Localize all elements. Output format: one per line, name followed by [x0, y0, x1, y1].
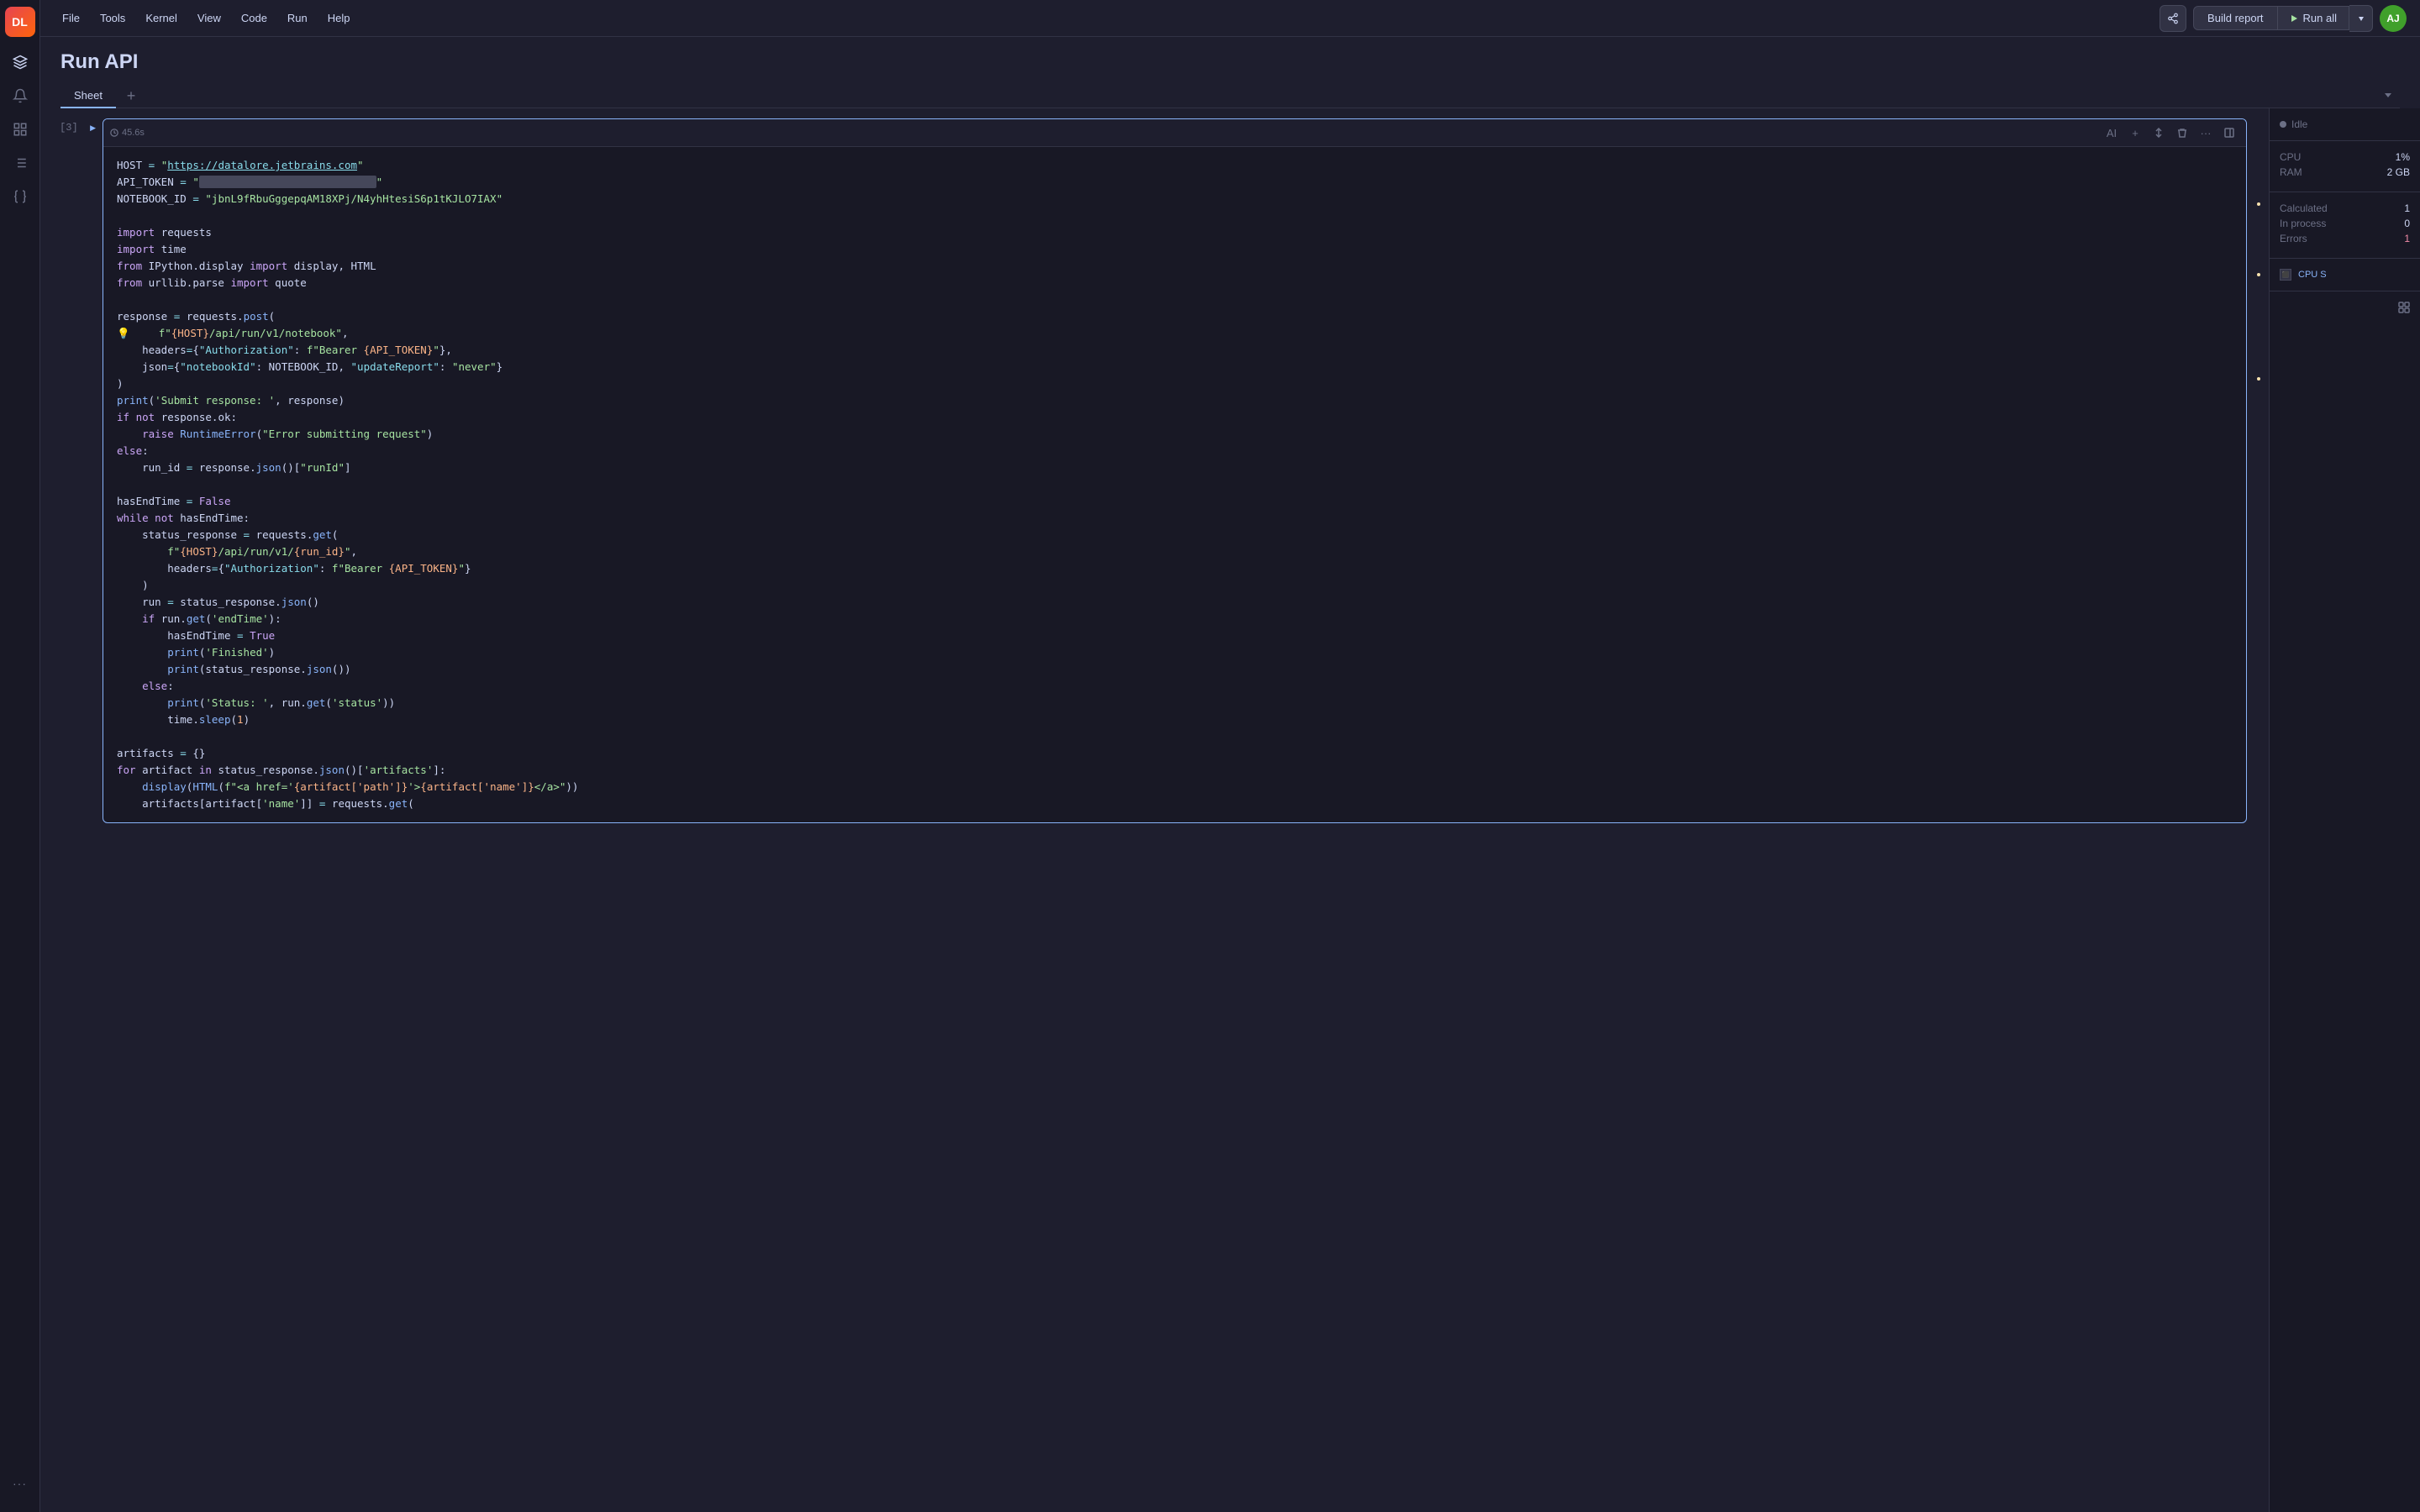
notebook-header: Run API Sheet +	[40, 37, 2420, 108]
kernel-status: Idle	[2280, 118, 2410, 130]
cell-number: [3]	[60, 118, 87, 134]
ram-label: RAM	[2280, 166, 2302, 178]
in-process-label: In process	[2280, 218, 2326, 229]
share-button[interactable]	[2160, 5, 2186, 32]
errors-value: 1	[2404, 233, 2410, 244]
clock-icon	[110, 129, 118, 137]
chevron-down-icon	[2383, 90, 2393, 100]
sidebar: DL	[0, 0, 40, 1512]
menu-items: File Tools Kernel View Code Run Help	[54, 8, 359, 28]
cell-add-button[interactable]: +	[2125, 123, 2145, 143]
user-avatar[interactable]: AJ	[2380, 5, 2407, 32]
trash-icon	[2177, 128, 2187, 138]
calculated-label: Calculated	[2280, 202, 2328, 214]
ram-value: 2 GB	[2387, 166, 2410, 178]
run-all-button[interactable]: Run all	[2278, 6, 2349, 30]
cell-ai-button[interactable]: AI	[2102, 123, 2122, 143]
app-logo[interactable]: DL	[5, 7, 35, 37]
cpu-badge-section: ⬛ CPU S	[2270, 259, 2420, 291]
run-dropdown-button[interactable]	[2349, 5, 2373, 32]
menubar: File Tools Kernel View Code Run Help Bui…	[40, 0, 2420, 37]
cpu-badge-label: CPU S	[2298, 270, 2327, 280]
cell-execution-time: 45.6s	[110, 128, 145, 138]
cell-editor: 45.6s AI +	[103, 118, 2247, 823]
gutter-marker-1	[2257, 202, 2260, 206]
main-area: File Tools Kernel View Code Run Help Bui…	[40, 0, 2420, 1512]
cell-counts-section: Calculated 1 In process 0 Errors 1	[2270, 192, 2420, 259]
cell-run-button[interactable]: ▶	[90, 118, 96, 133]
sidebar-icon-layers[interactable]	[5, 47, 35, 77]
menu-file[interactable]: File	[54, 8, 88, 28]
play-icon	[2290, 14, 2298, 23]
cell-3: [3] ▶ 45.6s	[40, 118, 2269, 823]
cell-toolbar: 45.6s AI +	[103, 119, 2246, 147]
sidebar-icon-more[interactable]: ···	[5, 1468, 35, 1499]
cell-code[interactable]: HOST = "https://datalore.jetbrains.com" …	[103, 147, 2246, 822]
cpu-chip-icon: ⬛	[2280, 269, 2291, 281]
cpu-value: 1%	[2396, 151, 2410, 163]
add-tab-button[interactable]: +	[119, 84, 143, 108]
settings-icon	[2398, 302, 2410, 313]
menu-kernel[interactable]: Kernel	[137, 8, 186, 28]
cells-scroll-area[interactable]: [3] ▶ 45.6s	[40, 108, 2269, 1512]
ram-metric: RAM 2 GB	[2280, 166, 2410, 178]
chevron-down-icon	[2357, 14, 2365, 23]
gutter-marker-3	[2257, 377, 2260, 381]
cell-panel-button[interactable]	[2219, 123, 2239, 143]
cpu-metric: CPU 1%	[2280, 151, 2410, 163]
menubar-right: Build report Run all AJ	[2160, 5, 2407, 32]
kernel-status-section: Idle	[2270, 108, 2420, 141]
tab-sheet[interactable]: Sheet	[60, 84, 116, 108]
sidebar-icon-grid[interactable]	[5, 114, 35, 144]
menu-tools[interactable]: Tools	[92, 8, 134, 28]
build-report-button[interactable]: Build report	[2193, 6, 2277, 30]
gutter-marker-2	[2257, 273, 2260, 276]
cell-move-button[interactable]	[2149, 123, 2169, 143]
in-process-count: In process 0	[2280, 218, 2410, 229]
sidebar-icon-bell[interactable]	[5, 81, 35, 111]
calculated-count: Calculated 1	[2280, 202, 2410, 214]
errors-count: Errors 1	[2280, 233, 2410, 244]
panel-settings-button[interactable]	[2398, 302, 2410, 316]
move-icon	[2154, 128, 2164, 138]
right-panel: Idle CPU 1% RAM 2 GB Calculated	[2269, 108, 2420, 1512]
menu-view[interactable]: View	[189, 8, 229, 28]
calculated-value: 1	[2404, 202, 2410, 214]
menu-code[interactable]: Code	[233, 8, 276, 28]
tabs-bar: Sheet +	[60, 84, 2400, 108]
resource-metrics-section: CPU 1% RAM 2 GB	[2270, 141, 2420, 192]
cpu-label: CPU	[2280, 151, 2301, 163]
panel-settings-section	[2270, 291, 2420, 326]
cell-more-button[interactable]: ···	[2196, 123, 2216, 143]
sidebar-icon-list[interactable]	[5, 148, 35, 178]
errors-label: Errors	[2280, 233, 2307, 244]
menu-help[interactable]: Help	[319, 8, 359, 28]
notebook-title: Run API	[60, 50, 2400, 74]
cell-delete-button[interactable]	[2172, 123, 2192, 143]
panel-icon	[2224, 128, 2234, 138]
menu-run[interactable]: Run	[279, 8, 316, 28]
sidebar-icon-braces[interactable]	[5, 181, 35, 212]
notebook-body: Run API Sheet + [3]	[40, 37, 2420, 1512]
tabs-dropdown-button[interactable]	[2376, 87, 2400, 106]
in-process-value: 0	[2404, 218, 2410, 229]
status-indicator	[2280, 121, 2286, 128]
